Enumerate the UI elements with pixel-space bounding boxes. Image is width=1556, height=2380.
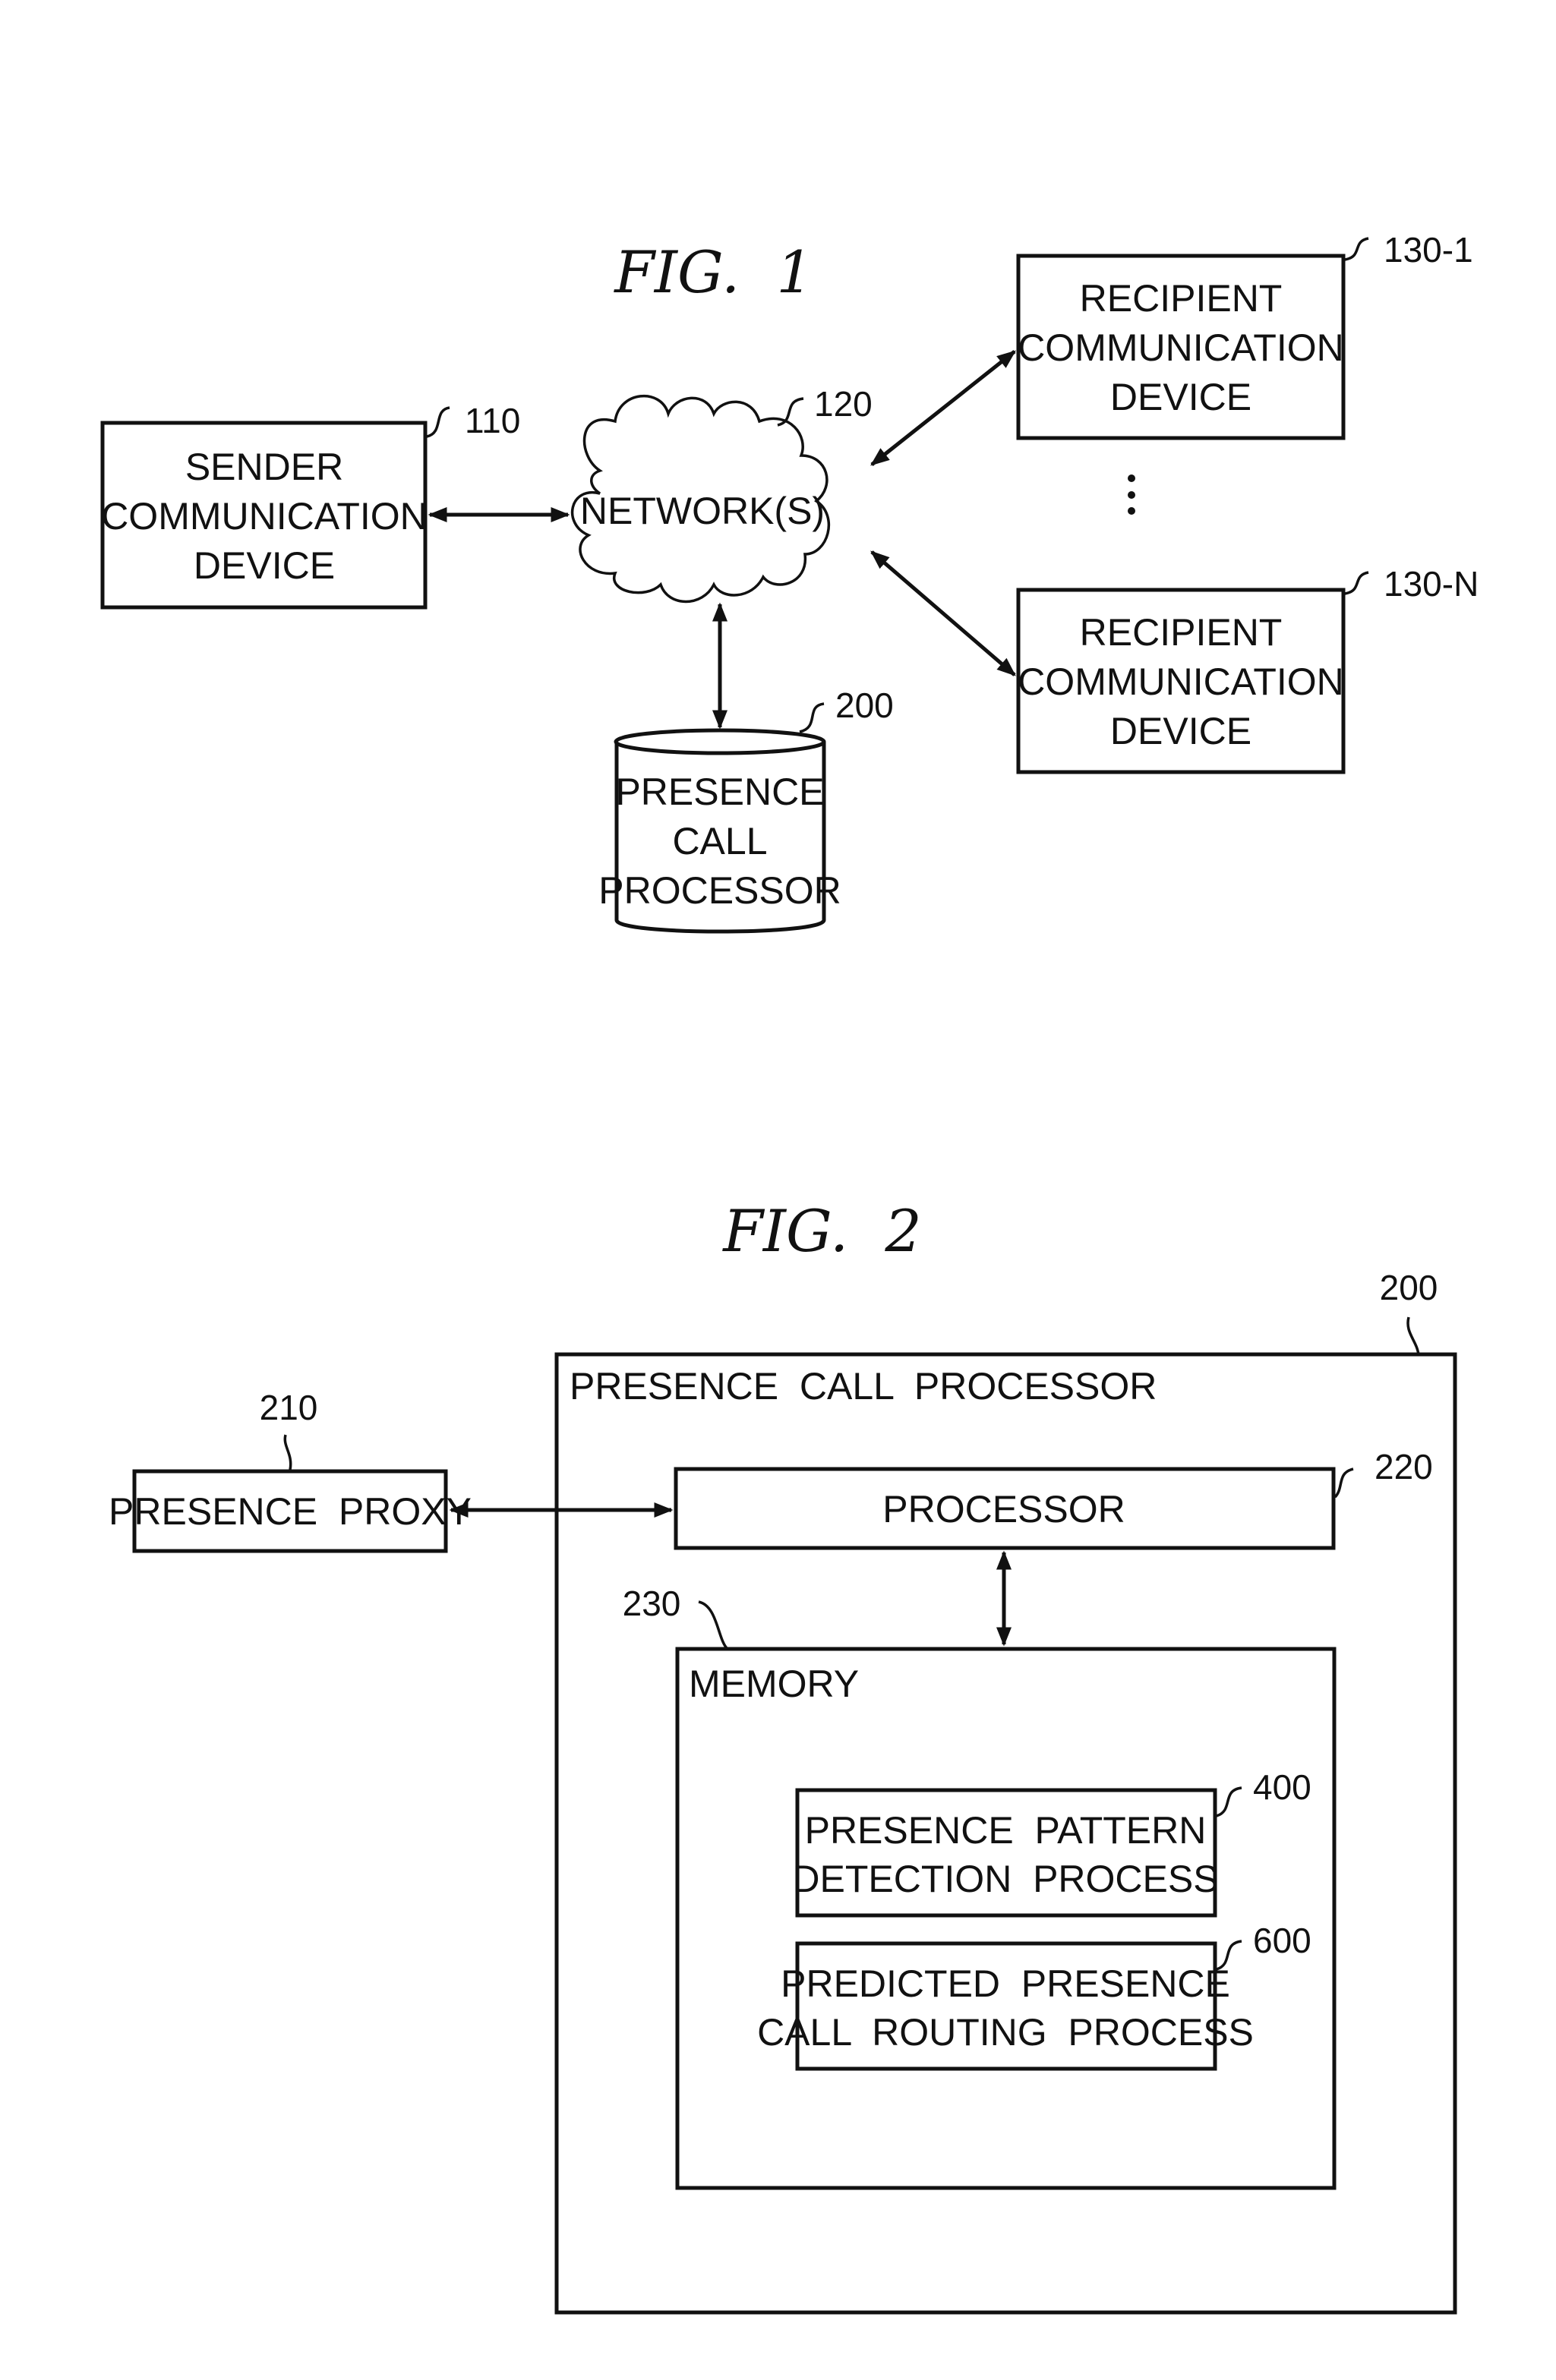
pcp-label-line-1: PRESENCE [615, 771, 824, 813]
arrow-network-recipient-1 [870, 350, 1016, 466]
cylinder-top [614, 728, 826, 755]
process-600-ref-number: 600 [1253, 1921, 1311, 1960]
network-ref-leader [777, 397, 804, 427]
recipient-1-label-line-1: RECIPIENT [1080, 277, 1283, 320]
presence-proxy-ref-number: 210 [260, 1388, 318, 1427]
process-400-ref-number: 400 [1253, 1767, 1311, 1807]
memory-box [675, 1647, 1337, 2190]
processor-ref-number: 220 [1375, 1447, 1433, 1486]
memory-ref-number: 230 [623, 1584, 681, 1623]
pcp-outer-ref-leader [1406, 1316, 1420, 1355]
presence-proxy: PRESENCE PROXY 210 [109, 1388, 472, 1553]
figure-2-title: FIG. 2 [721, 1197, 922, 1265]
patent-drawing-sheet: FIG. 1 SENDER COMMUNICATION DEVICE 110 N… [100, 230, 1479, 2315]
memory-label: MEMORY [689, 1663, 859, 1705]
network-cloud: NETWORK(S) 120 [570, 384, 873, 604]
process-600-label-line-2: CALL ROUTING PROCESS [757, 2011, 1254, 2054]
processor-label: PROCESSOR [882, 1488, 1125, 1530]
pcp-label-line-3: PROCESSOR [598, 869, 841, 912]
sender-ref-number: 110 [465, 401, 520, 440]
network-label: NETWORK(S) [580, 490, 825, 532]
pcp-ref-leader [799, 702, 825, 733]
recipient-n-ref-number: 130-N [1384, 564, 1479, 604]
recipient-1-ref-leader [1344, 237, 1369, 261]
recipient-ellipsis [1128, 474, 1135, 515]
sender-label-line-1: SENDER [185, 446, 343, 488]
presence-call-processor-cylinder: PRESENCE CALL PROCESSOR 200 [598, 686, 894, 934]
figure-1: FIG. 1 SENDER COMMUNICATION DEVICE 110 N… [100, 230, 1479, 934]
recipient-communication-device-n: RECIPIENT COMMUNICATION DEVICE 130-N [1016, 564, 1479, 774]
pcp-outer-label: PRESENCE CALL PROCESSOR [570, 1365, 1157, 1408]
recipient-1-label-line-3: DEVICE [1110, 376, 1251, 418]
process-600-label-line-1: PREDICTED PRESENCE [781, 1962, 1230, 2005]
recipient-1-ref-number: 130-1 [1384, 230, 1473, 270]
pcp-outer-ref-number: 200 [1380, 1268, 1438, 1307]
recipient-n-label-line-2: COMMUNICATION [1018, 660, 1344, 703]
arrow-network-recipient-n [870, 550, 1016, 676]
sender-ref-leader [426, 406, 450, 438]
recipient-n-ref-leader [1344, 571, 1369, 595]
pcp-ref-number: 200 [835, 686, 894, 725]
recipient-communication-device-1: RECIPIENT COMMUNICATION DEVICE 130-1 [1016, 230, 1473, 440]
ellipsis-dot-1 [1128, 474, 1135, 482]
sender-label-line-3: DEVICE [194, 544, 335, 587]
recipient-n-label-line-3: DEVICE [1110, 710, 1251, 752]
figure-2: FIG. 2 PRESENCE CALL PROCESSOR 200 PRESE… [109, 1197, 1457, 2315]
presence-proxy-label: PRESENCE PROXY [109, 1490, 472, 1533]
recipient-n-label-line-1: RECIPIENT [1080, 611, 1283, 654]
sender-communication-device: SENDER COMMUNICATION DEVICE 110 [100, 401, 520, 610]
sender-label-line-2: COMMUNICATION [101, 495, 428, 537]
presence-proxy-ref-leader [283, 1434, 292, 1471]
recipient-1-label-line-2: COMMUNICATION [1018, 326, 1344, 369]
pcp-label-line-2: CALL [672, 820, 767, 862]
figure-1-title: FIG. 1 [613, 238, 813, 306]
process-400-label-line-1: PRESENCE PATTERN [805, 1809, 1207, 1852]
ellipsis-dot-2 [1128, 491, 1135, 499]
ellipsis-dot-3 [1128, 507, 1135, 515]
network-ref-number: 120 [814, 384, 873, 424]
process-400-label-line-2: DETECTION PROCESS [792, 1858, 1218, 1900]
